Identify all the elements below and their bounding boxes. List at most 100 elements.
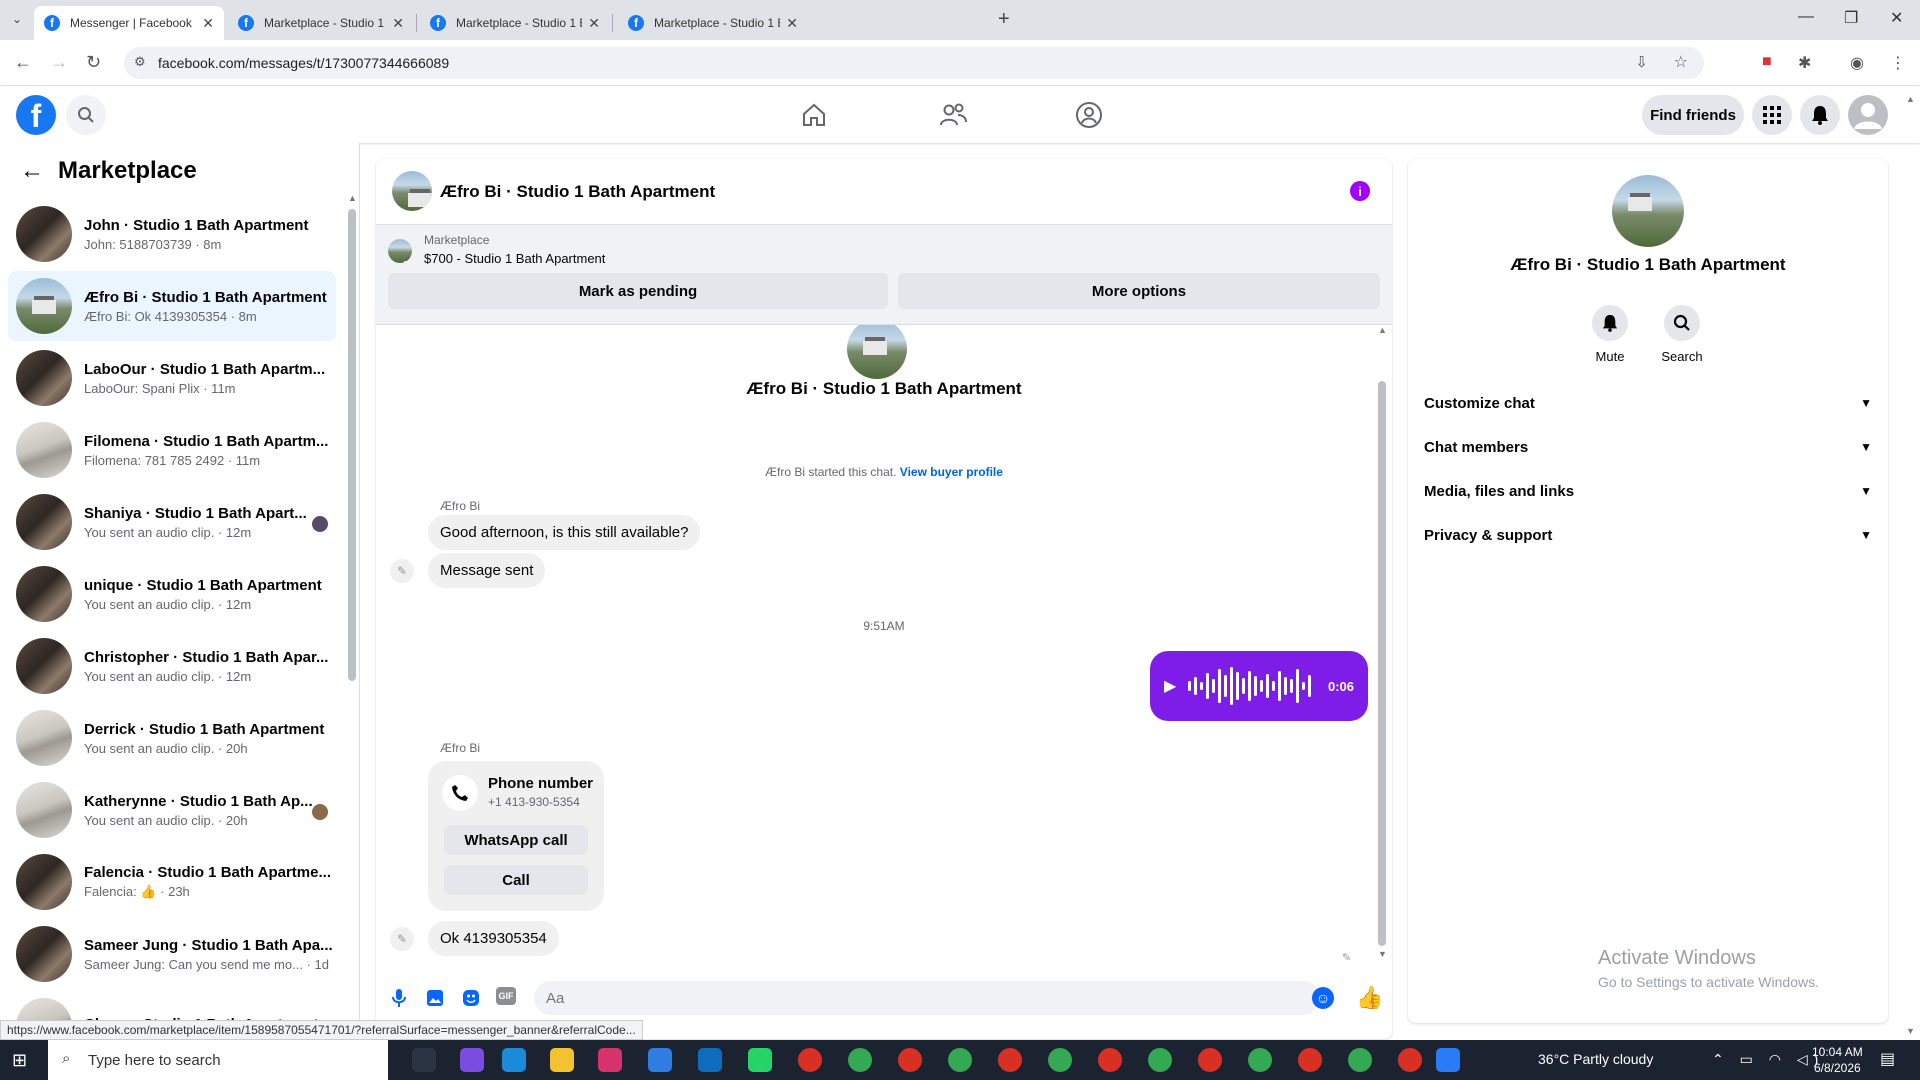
conversation-avatar[interactable] bbox=[392, 171, 432, 211]
file-explorer-icon[interactable] bbox=[550, 1048, 574, 1072]
chrome-icon[interactable] bbox=[798, 1048, 822, 1072]
close-tab-icon[interactable]: ✕ bbox=[392, 15, 404, 32]
chat-list-item[interactable]: Sameer Jung · Studio 1 Bath Apa... Sameer… bbox=[8, 919, 336, 989]
chat-list-item[interactable]: unique · Studio 1 Bath Apartment You sent… bbox=[8, 559, 336, 629]
chat-members-section[interactable]: Chat members ▼ bbox=[1424, 425, 1872, 469]
customize-chat-section[interactable]: Customize chat ▼ bbox=[1424, 381, 1872, 425]
notifications-button[interactable] bbox=[1800, 95, 1840, 135]
close-tab-icon[interactable]: ✕ bbox=[786, 15, 798, 32]
call-button[interactable]: Call bbox=[444, 865, 588, 895]
whatsapp-icon[interactable] bbox=[748, 1048, 772, 1072]
message-input[interactable] bbox=[534, 981, 1320, 1015]
view-buyer-profile-link[interactable]: View buyer profile bbox=[900, 465, 1003, 479]
taskbar-search-field[interactable]: ⌕ Type here to search bbox=[48, 1040, 388, 1080]
system-tray-icons[interactable]: ⌃ ▭ ◠ ◁) bbox=[1712, 1051, 1824, 1068]
photo-icon[interactable] bbox=[424, 987, 446, 1009]
whatsapp-call-button[interactable]: WhatsApp call bbox=[444, 825, 588, 855]
new-tab-icon[interactable]: + bbox=[998, 8, 1010, 31]
chrome-icon[interactable] bbox=[1198, 1048, 1222, 1072]
site-info-icon[interactable]: ⚙ bbox=[134, 54, 146, 70]
audio-clip-message[interactable]: ▶ 0:06 bbox=[1150, 651, 1368, 721]
contact-avatar[interactable] bbox=[1612, 175, 1684, 247]
browser-tab-messenger[interactable]: f Messenger | Facebook ✕ bbox=[34, 6, 224, 40]
outlook-icon[interactable] bbox=[698, 1048, 722, 1072]
gif-icon[interactable]: GIF bbox=[496, 987, 516, 1005]
chrome-icon[interactable] bbox=[1048, 1048, 1072, 1072]
menu-button[interactable] bbox=[1752, 95, 1792, 135]
conversation-scrollbar[interactable] bbox=[1378, 381, 1386, 946]
url-field[interactable]: ⚙ facebook.com/messages/t/17300773446660… bbox=[124, 47, 1704, 79]
nav-groups[interactable] bbox=[1073, 99, 1105, 131]
chat-list-item[interactable]: LaboOur · Studio 1 Bath Apartm... LaboOur… bbox=[8, 343, 336, 413]
close-tab-icon[interactable]: ✕ bbox=[588, 15, 600, 32]
mark-as-pending-button[interactable]: Mark as pending bbox=[388, 273, 888, 309]
windows-start-icon[interactable]: ⊞ bbox=[12, 1050, 27, 1071]
info-icon[interactable]: i bbox=[1350, 181, 1370, 201]
minimize-window-icon[interactable]: — bbox=[1798, 8, 1814, 26]
chrome-icon[interactable] bbox=[998, 1048, 1022, 1072]
store-icon[interactable] bbox=[648, 1048, 672, 1072]
tab-list-chevron-icon[interactable]: ⌄ bbox=[12, 12, 22, 26]
close-tab-icon[interactable]: ✕ bbox=[202, 15, 214, 32]
scroll-up-icon[interactable]: ▲ bbox=[1378, 325, 1387, 335]
chat-list-item[interactable]: Christopher · Studio 1 Bath Apar... You s… bbox=[8, 631, 336, 701]
nav-friends[interactable] bbox=[937, 99, 969, 131]
weather-widget[interactable]: 36°C Partly cloudy bbox=[1538, 1051, 1653, 1067]
reload-icon[interactable]: ↻ bbox=[86, 52, 101, 72]
facebook-logo[interactable]: f bbox=[16, 95, 56, 135]
chrome-icon[interactable] bbox=[1348, 1048, 1372, 1072]
listing-title[interactable]: $700 - Studio 1 Bath Apartment bbox=[424, 251, 605, 266]
page-scroll-down-icon[interactable]: ▼ bbox=[1906, 1026, 1915, 1036]
extensions-puzzle-icon[interactable]: ✱ bbox=[1798, 53, 1811, 73]
thumbs-up-icon[interactable]: 👍 bbox=[1356, 985, 1383, 1011]
install-app-icon[interactable]: ⇩ bbox=[1635, 53, 1648, 71]
back-arrow-icon[interactable]: ← bbox=[14, 52, 32, 72]
scrollbar[interactable] bbox=[348, 209, 356, 681]
profile-icon[interactable]: ◉ bbox=[1850, 53, 1864, 73]
mute-button[interactable]: Mute bbox=[1580, 305, 1640, 364]
chat-list-item[interactable]: Shaniya · Studio 1 Bath Apart... You sent… bbox=[8, 487, 336, 557]
bookmark-star-icon[interactable]: ☆ bbox=[1674, 52, 1688, 72]
scroll-down-icon[interactable]: ▼ bbox=[1378, 949, 1387, 959]
snipping-tool-icon[interactable] bbox=[598, 1048, 622, 1072]
chat-list-item[interactable]: Æfro Bi · Studio 1 Bath Apartment Æfro Bi… bbox=[8, 271, 336, 341]
scroll-up-icon[interactable]: ▲ bbox=[348, 193, 357, 203]
nav-home[interactable] bbox=[798, 99, 830, 131]
browser-tab-marketplace-3[interactable]: f Marketplace - Studio 1 Bath Ap ✕ bbox=[618, 6, 808, 40]
privacy-support-section[interactable]: Privacy & support ▼ bbox=[1424, 513, 1872, 557]
chat-list-item[interactable]: Filomena · Studio 1 Bath Apartm... Filome… bbox=[8, 415, 336, 485]
chat-list-item[interactable]: Katherynne · Studio 1 Bath Ap... You sent… bbox=[8, 775, 336, 845]
chrome-icon[interactable] bbox=[948, 1048, 972, 1072]
taskbar-clock[interactable]: 10:04 AM 6/8/2026 bbox=[1812, 1044, 1863, 1076]
find-friends-button[interactable]: Find friends bbox=[1642, 95, 1744, 135]
search-facebook-button[interactable] bbox=[66, 95, 106, 135]
chat-list-item[interactable]: Falencia · Studio 1 Bath Apartme... Falen… bbox=[8, 847, 336, 917]
forward-arrow-icon[interactable]: → bbox=[50, 52, 68, 72]
message-bubble[interactable]: Message sent bbox=[428, 553, 546, 588]
chrome-icon[interactable] bbox=[898, 1048, 922, 1072]
chrome-icon[interactable] bbox=[848, 1048, 872, 1072]
chat-list-item[interactable]: John · Studio 1 Bath Apartment John: 5188… bbox=[8, 199, 336, 269]
message-bubble[interactable]: Ok 4139305354 bbox=[428, 921, 559, 956]
browser-menu-icon[interactable]: ⋮ bbox=[1890, 53, 1906, 73]
sticker-icon[interactable] bbox=[460, 987, 482, 1009]
chrome-icon[interactable] bbox=[1098, 1048, 1122, 1072]
notification-center-icon[interactable]: ▤ bbox=[1880, 1049, 1895, 1069]
play-icon[interactable]: ▶ bbox=[1164, 676, 1176, 696]
chrome-icon[interactable] bbox=[1248, 1048, 1272, 1072]
chrome-icon[interactable] bbox=[1148, 1048, 1172, 1072]
message-bubble[interactable]: Good afternoon, is this still available? bbox=[428, 515, 701, 550]
chrome-icon[interactable] bbox=[1398, 1048, 1422, 1072]
task-view-icon[interactable] bbox=[412, 1048, 436, 1072]
contact-avatar[interactable] bbox=[847, 325, 907, 379]
chrome-icon[interactable] bbox=[1298, 1048, 1322, 1072]
copilot-icon[interactable] bbox=[460, 1048, 484, 1072]
back-arrow-icon[interactable]: ← bbox=[20, 157, 44, 185]
microphone-icon[interactable] bbox=[388, 987, 410, 1009]
restore-window-icon[interactable]: ❐ bbox=[1844, 8, 1858, 28]
browser-tab-marketplace-2[interactable]: f Marketplace - Studio 1 Bath Ap ✕ bbox=[420, 6, 610, 40]
page-scroll-up-icon[interactable]: ▲ bbox=[1906, 94, 1915, 104]
browser-tab-marketplace-1[interactable]: f Marketplace - Studio 1 Bath Ap ✕ bbox=[228, 6, 414, 40]
edge-icon[interactable] bbox=[502, 1048, 526, 1072]
conversation-title[interactable]: Æfro Bi · Studio 1 Bath Apartment bbox=[440, 182, 715, 202]
